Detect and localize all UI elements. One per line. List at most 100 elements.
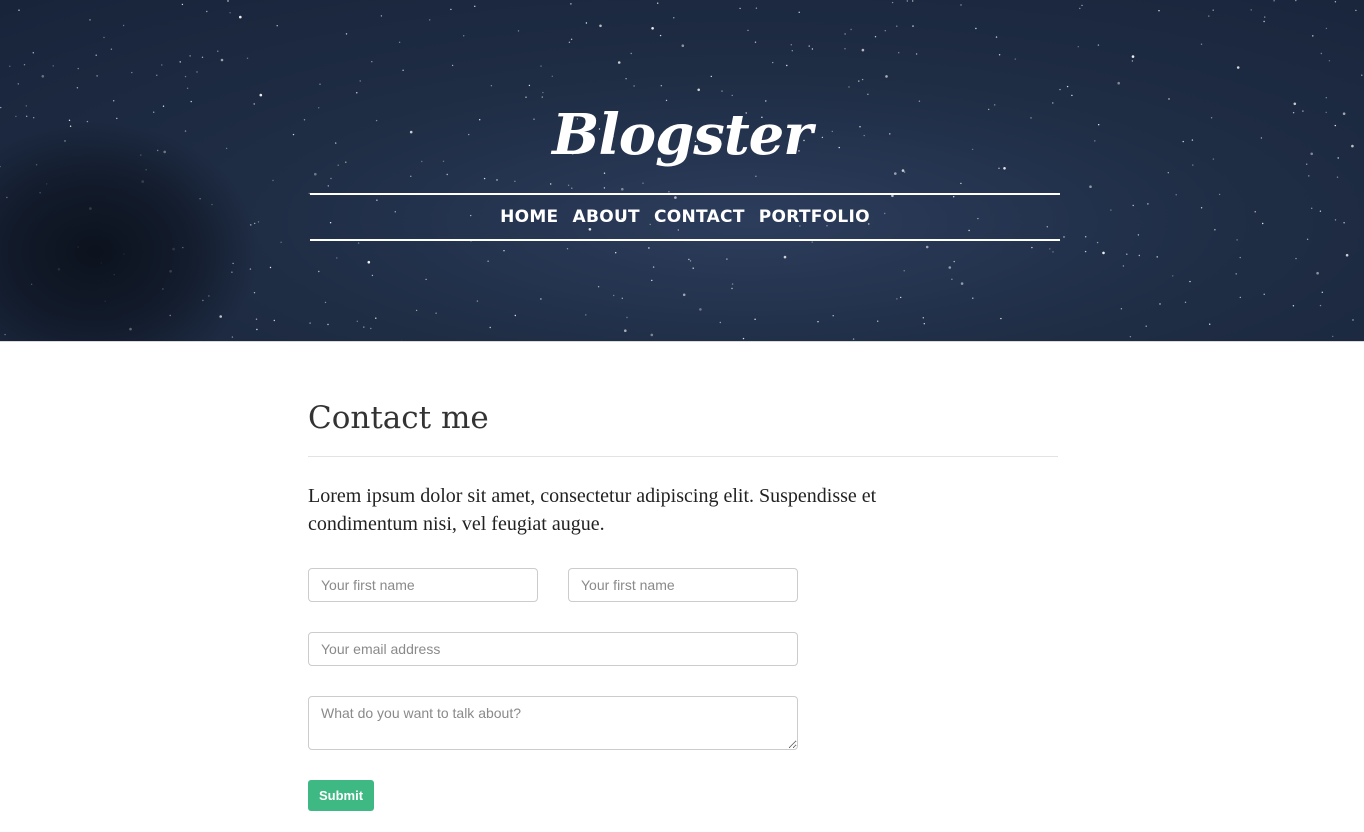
star — [742, 337, 745, 340]
star — [217, 50, 219, 52]
star — [692, 267, 694, 269]
star — [1066, 85, 1069, 88]
star — [1236, 66, 1240, 69]
star — [1189, 280, 1191, 283]
star — [1059, 88, 1061, 91]
star — [269, 266, 272, 269]
star — [731, 283, 734, 285]
submit-button[interactable]: Submit — [308, 780, 374, 811]
site-logo[interactable]: Blogster — [0, 102, 1364, 168]
star — [858, 80, 860, 82]
star — [688, 258, 690, 261]
star — [1254, 211, 1256, 213]
star — [359, 80, 361, 82]
star — [1000, 317, 1002, 320]
star — [597, 286, 600, 288]
star — [1332, 335, 1334, 338]
nav-item-contact[interactable]: CONTACT — [654, 207, 745, 227]
star — [363, 326, 365, 328]
star — [1263, 293, 1265, 295]
star — [1263, 20, 1265, 23]
star — [314, 172, 317, 176]
star — [1239, 256, 1241, 259]
star — [463, 35, 465, 37]
nav-item-about[interactable]: ABOUT — [572, 207, 639, 227]
star — [850, 28, 852, 31]
star — [625, 78, 627, 80]
star — [1208, 15, 1210, 17]
star — [613, 294, 615, 297]
star — [227, 0, 229, 2]
star — [528, 84, 531, 87]
star — [657, 2, 659, 4]
star — [861, 78, 864, 81]
star — [995, 36, 998, 38]
email-input[interactable] — [308, 632, 798, 666]
star — [811, 241, 813, 243]
message-textarea[interactable] — [308, 696, 798, 750]
star — [487, 260, 489, 262]
star — [474, 5, 476, 8]
star — [630, 52, 632, 55]
star — [476, 300, 479, 302]
star — [755, 175, 757, 177]
star — [861, 48, 865, 52]
star — [324, 301, 327, 304]
star — [1168, 98, 1170, 100]
first-name-input[interactable] — [308, 568, 538, 602]
star — [181, 3, 184, 6]
star — [1320, 52, 1323, 55]
star — [1085, 236, 1087, 238]
star — [89, 19, 91, 21]
star — [336, 257, 338, 259]
hero-header: Blogster HOME ABOUT CONTACT PORTFOLIO — [0, 0, 1364, 342]
last-name-input[interactable] — [568, 568, 798, 602]
star — [451, 64, 454, 67]
star — [550, 183, 552, 185]
star — [206, 10, 208, 13]
star — [1209, 323, 1211, 325]
star — [1132, 204, 1134, 207]
nav-item-portfolio[interactable]: PORTFOLIO — [759, 207, 870, 227]
star — [721, 90, 723, 92]
star — [1352, 319, 1354, 321]
nav-item-home[interactable]: HOME — [500, 207, 558, 227]
star — [540, 65, 542, 67]
star — [1325, 97, 1328, 99]
main-nav: HOME ABOUT CONTACT PORTFOLIO — [310, 195, 1060, 239]
star — [1120, 308, 1123, 310]
star — [1345, 253, 1349, 257]
star — [1126, 253, 1128, 255]
star — [357, 242, 360, 244]
star — [1172, 275, 1174, 277]
star — [330, 177, 332, 180]
star — [1328, 60, 1331, 62]
star — [415, 309, 418, 312]
star — [1262, 222, 1264, 225]
star — [568, 41, 571, 43]
star — [156, 74, 158, 77]
star — [103, 36, 105, 39]
star — [246, 57, 249, 59]
star — [490, 85, 493, 87]
star — [1052, 251, 1054, 253]
star — [948, 266, 952, 269]
star — [1102, 251, 1105, 255]
star — [1308, 175, 1310, 177]
star — [1306, 238, 1309, 240]
star — [319, 83, 321, 85]
star — [1049, 248, 1051, 250]
star — [832, 315, 834, 317]
star — [9, 65, 11, 68]
star — [617, 61, 621, 64]
star — [186, 87, 189, 90]
star — [571, 187, 573, 189]
star — [739, 7, 741, 10]
star — [1158, 10, 1160, 12]
star — [1063, 236, 1065, 238]
star — [1131, 55, 1135, 58]
star — [615, 252, 617, 254]
star — [731, 94, 733, 97]
star — [659, 34, 662, 37]
star — [1336, 176, 1339, 178]
